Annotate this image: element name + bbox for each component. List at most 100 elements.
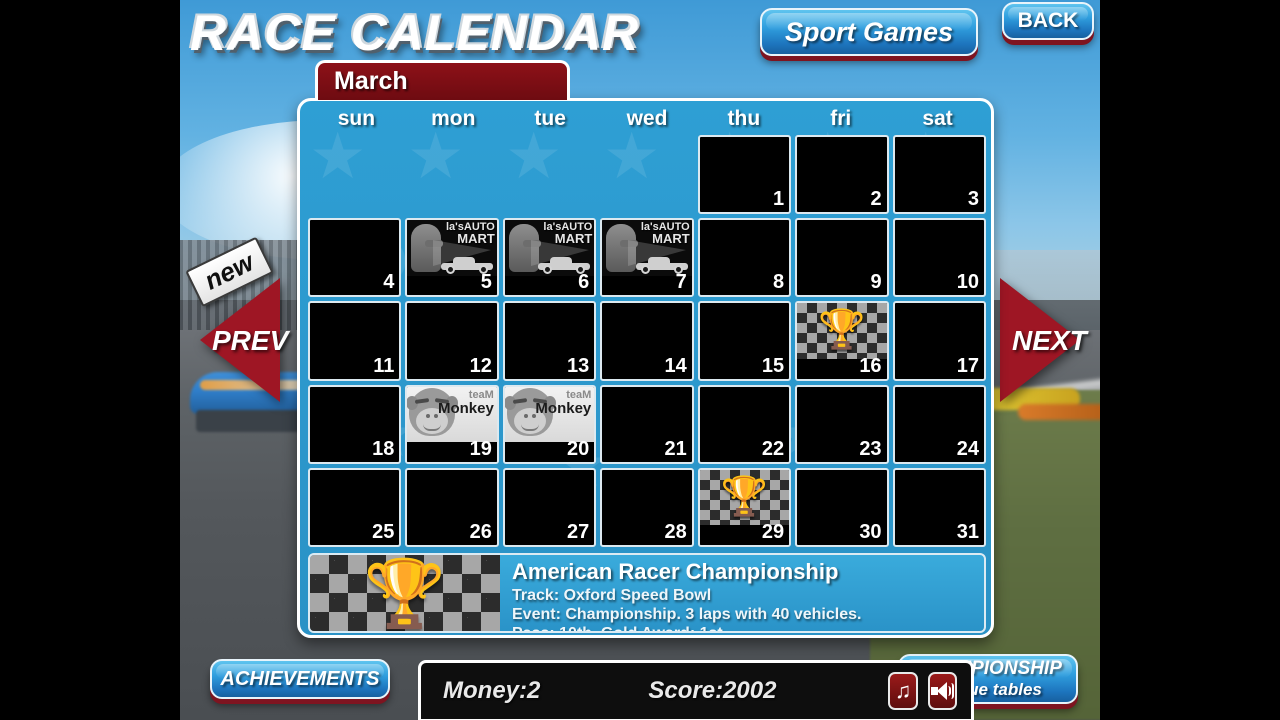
event-description: Event: Championship. 3 laps with 40 vehi… — [512, 606, 862, 623]
calendar-cell-day-28[interactable]: 28 — [600, 467, 694, 547]
event-track: Track: Oxford Speed Bowl — [512, 587, 712, 604]
calendar-day-number: 10 — [956, 271, 979, 294]
calendar-cell-empty — [405, 135, 498, 214]
checkered-trophy-art: 🏆 — [699, 469, 790, 526]
sponsor-monkey-line2: Monkey — [437, 399, 494, 417]
calendar-day-number: 18 — [372, 437, 395, 460]
calendar-cell-day-21[interactable]: 21 — [600, 384, 694, 464]
calendar-day-number: 12 — [469, 354, 492, 377]
calendar-cell-day-4[interactable]: 4 — [308, 218, 402, 298]
music-note-icon: ♫ — [894, 678, 912, 703]
page-title: RACE CALENDAR — [190, 5, 640, 61]
month-tab[interactable]: March — [315, 60, 570, 100]
day-of-week-header: sun mon tue wed thu fri sat — [308, 107, 986, 137]
calendar-day-number: 17 — [956, 354, 979, 377]
game-viewport: RACE CALENDAR Sport Games BACK March ★ ★… — [180, 0, 1100, 720]
calendar-cell-day-27[interactable]: 27 — [502, 467, 597, 547]
calendar-day-number: 30 — [859, 520, 882, 543]
background-race-car — [1018, 404, 1100, 420]
calendar-cell-day-1[interactable]: 1 — [697, 135, 792, 215]
calendar-day-number: 31 — [956, 520, 979, 543]
back-button[interactable]: BACK — [1002, 2, 1094, 40]
calendar-cell-day-2[interactable]: 2 — [795, 135, 889, 215]
calendar-cell-day-13[interactable]: 13 — [502, 301, 597, 381]
dow-wed: wed — [626, 107, 668, 130]
calendar-day-number: 2 — [870, 188, 882, 211]
calendar-cell-day-17[interactable]: 17 — [892, 301, 986, 381]
calendar-cell-day-10[interactable]: 10 — [892, 218, 986, 298]
calendar-cell-day-12[interactable]: 12 — [405, 301, 499, 381]
dow-sat: sat — [922, 107, 953, 130]
calendar-day-number: 14 — [664, 354, 687, 377]
calendar-day-number: 23 — [859, 437, 882, 460]
next-month-arrow[interactable] — [1000, 278, 1080, 402]
calendar-cell-day-3[interactable]: 3 — [892, 135, 986, 215]
dow-mon: mon — [431, 107, 476, 130]
calendar-cell-day-23[interactable]: 23 — [795, 384, 889, 464]
sponsor-automart-line2: MART — [554, 231, 593, 247]
calendar-cell-day-6[interactable]: la'sAUTO MART 6 — [502, 218, 597, 298]
calendar-day-number: 21 — [664, 437, 687, 460]
sponsor-monkey-line2: Monkey — [535, 399, 592, 417]
calendar-cell-day-30[interactable]: 30 — [795, 467, 889, 547]
calendar-day-number: 16 — [859, 354, 882, 377]
calendar-day-number: 5 — [480, 271, 492, 294]
dow-fri: fri — [830, 107, 852, 130]
speaker-icon — [931, 682, 955, 700]
sponsor-automart-line2: MART — [457, 231, 495, 247]
calendar-cell-day-31[interactable]: 31 — [892, 467, 986, 547]
calendar-day-number: 11 — [373, 354, 395, 377]
sponsor-automart-line2: MART — [652, 231, 690, 247]
sponsor-team-monkey-art: teaM Monkey — [407, 386, 497, 443]
score-value: Score:2002 — [648, 677, 777, 704]
calendar-day-number: 4 — [383, 271, 395, 294]
calendar-cell-day-19[interactable]: teaM Monkey 19 — [405, 384, 499, 464]
event-award: Pass: 10th. Gold Award: 1st. — [512, 624, 984, 631]
silver-trophy-icon: 🏆 — [818, 309, 866, 352]
sport-games-logo-button[interactable]: Sport Games — [760, 8, 978, 56]
dow-sun: sun — [337, 107, 376, 130]
calendar-cell-day-8[interactable]: 8 — [697, 218, 792, 298]
calendar-day-number: 6 — [578, 271, 590, 294]
silver-trophy-icon: 🏆 — [720, 475, 769, 518]
music-toggle-button[interactable]: ♫ — [888, 672, 918, 710]
calendar-cell-day-15[interactable]: 15 — [697, 301, 792, 381]
calendar-day-number: 3 — [967, 188, 979, 211]
calendar-cell-day-18[interactable]: 18 — [308, 384, 402, 464]
calendar-day-number: 28 — [664, 520, 687, 543]
calendar-cell-day-20[interactable]: teaM Monkey 20 — [502, 384, 597, 464]
calendar-cell-day-9[interactable]: 9 — [795, 218, 889, 298]
calendar-day-number: 26 — [469, 520, 492, 543]
sponsor-automart-art: la'sAUTO MART — [407, 220, 497, 276]
calendar-cell-empty — [600, 135, 693, 214]
calendar-day-number: 22 — [761, 437, 785, 460]
calendar-cell-day-24[interactable]: 24 — [892, 384, 986, 464]
calendar-panel: ★ ★ ★ ★ ★ ★ ★ ★ ★ ★ ★ sun mon tue wed th… — [297, 98, 994, 638]
sound-toggle-button[interactable] — [927, 672, 957, 710]
calendar-day-number: 19 — [469, 437, 492, 460]
calendar-cell-empty — [503, 135, 596, 214]
calendar-cell-day-16[interactable]: 🏆 16 — [795, 301, 889, 381]
calendar-day-number: 27 — [567, 520, 590, 543]
calendar-cell-day-7[interactable]: la'sAUTO MART 7 — [600, 218, 694, 298]
gold-trophy-icon: 🏆 — [363, 556, 447, 630]
event-title: American Racer Championship — [512, 559, 839, 584]
dow-thu: thu — [727, 107, 761, 130]
calendar-cell-day-22[interactable]: 22 — [697, 384, 792, 464]
sponsor-team-monkey-art: teaM Monkey — [504, 386, 595, 443]
calendar-day-number: 20 — [567, 437, 590, 460]
dow-tue: tue — [534, 107, 566, 130]
event-detail-panel[interactable]: 🏆 American Racer Championship Track: Oxf… — [308, 553, 986, 633]
achievements-button[interactable]: ACHIEVEMENTS — [210, 659, 390, 699]
calendar-cell-empty — [308, 135, 401, 214]
calendar-cell-day-25[interactable]: 25 — [308, 467, 402, 547]
money-value: Money:2 — [443, 677, 541, 704]
calendar-cell-day-5[interactable]: la'sAUTO MART 5 — [405, 218, 499, 298]
calendar-cell-day-11[interactable]: 11 — [308, 301, 402, 381]
calendar-day-number: 9 — [870, 271, 882, 294]
calendar-cell-day-14[interactable]: 14 — [600, 301, 694, 381]
calendar-cell-day-26[interactable]: 26 — [405, 467, 499, 547]
calendar-cell-day-29[interactable]: 🏆 29 — [697, 467, 792, 547]
calendar-day-number: 8 — [773, 271, 785, 294]
calendar-day-number: 7 — [675, 271, 687, 294]
